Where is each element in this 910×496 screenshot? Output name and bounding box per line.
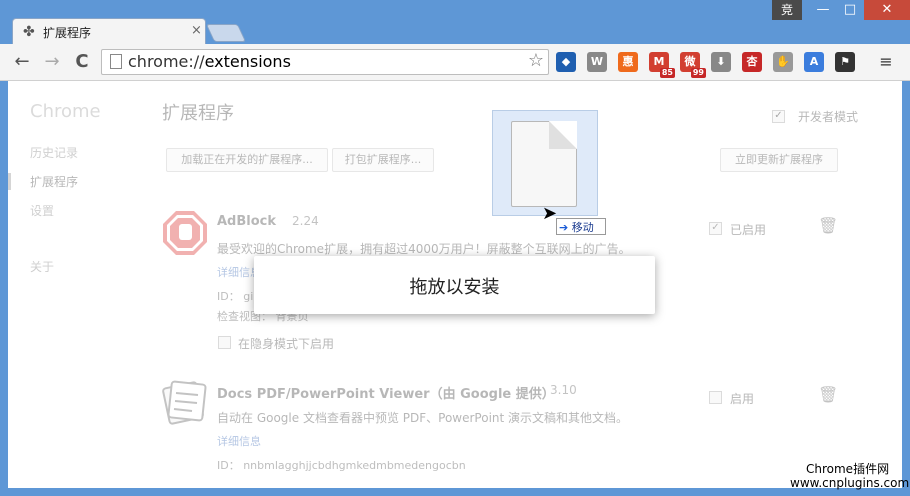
file-fold bbox=[549, 121, 577, 149]
bookmark-star-icon[interactable]: ☆ bbox=[528, 50, 544, 71]
menu-icon[interactable]: ≡ bbox=[878, 52, 894, 72]
page-title: 扩展程序 bbox=[162, 103, 234, 124]
weibo-icon-glyph: 微 bbox=[684, 55, 696, 68]
load-unpacked-button[interactable]: 加载正在开发的扩展程序... bbox=[166, 148, 328, 172]
xing-icon[interactable]: 杏 bbox=[742, 52, 762, 72]
extension-name: Docs PDF/PowerPoint Viewer（由 Google 提供） bbox=[217, 387, 555, 402]
trash-icon[interactable]: 🗑 bbox=[818, 216, 838, 235]
move-arrow-icon: ➔ bbox=[559, 221, 569, 234]
details-link[interactable]: 详细信息 bbox=[217, 433, 261, 449]
adblock-icon[interactable]: ✋ bbox=[773, 52, 793, 72]
user-badge[interactable]: 竞 bbox=[772, 0, 802, 20]
drop-to-install-overlay[interactable]: 拖放以安装 bbox=[254, 256, 655, 314]
extension-id: ID： gi bbox=[217, 290, 254, 303]
file-icon bbox=[511, 121, 577, 207]
adblock-icon-glyph: ✋ bbox=[776, 55, 790, 68]
url-text: chrome://extensions bbox=[128, 52, 291, 71]
huiyi-icon[interactable]: 惠 bbox=[618, 52, 638, 72]
developer-mode-checkbox[interactable]: ✓ bbox=[772, 110, 785, 123]
translate-icon[interactable]: A bbox=[804, 52, 824, 72]
sidebar-item-about[interactable]: 关于 bbox=[30, 258, 54, 275]
url-host: extensions bbox=[204, 52, 291, 71]
back-button[interactable]: ← bbox=[12, 52, 32, 72]
developer-mode-label: 开发者模式 bbox=[798, 110, 859, 124]
docs-viewer-logo-icon bbox=[162, 380, 207, 425]
extension-name: AdBlock bbox=[217, 214, 277, 229]
extension-description: 最受欢迎的Chrome扩展，拥有超过4000万用户！屏蔽整个互联网上的广告。 bbox=[217, 242, 631, 256]
extension-version: 3.10 bbox=[550, 383, 577, 397]
update-extensions-button[interactable]: 立即更新扩展程序 bbox=[720, 148, 838, 172]
wikipedia-icon-glyph: W bbox=[590, 55, 604, 68]
gmail-icon-glyph: M bbox=[653, 55, 665, 68]
tab-extensions[interactable]: ✤ 扩展程序 × bbox=[12, 18, 206, 45]
tab-close-icon[interactable]: × bbox=[191, 23, 202, 38]
download-icon[interactable]: ⬇ bbox=[711, 52, 731, 72]
huiyi-icon-glyph: 惠 bbox=[622, 55, 634, 68]
tab-title: 扩展程序 bbox=[43, 26, 92, 40]
pack-extension-button[interactable]: 打包扩展程序... bbox=[332, 148, 434, 172]
xing-icon-glyph: 杏 bbox=[746, 55, 758, 68]
close-window-button[interactable]: ✕ bbox=[864, 0, 910, 20]
maximize-button[interactable]: □ bbox=[836, 0, 864, 20]
forward-button[interactable]: → bbox=[42, 52, 62, 72]
browser-window: 竞 — □ ✕ ✤ 扩展程序 × ← → C chrome://extensio… bbox=[0, 0, 910, 496]
incognito-label: 在隐身模式下启用 bbox=[238, 337, 335, 351]
sidebar-item-extensions[interactable]: 扩展程序 bbox=[8, 173, 78, 190]
sidebar-item-history[interactable]: 历史记录 bbox=[30, 144, 78, 161]
flag-icon-glyph: ⚑ bbox=[840, 55, 850, 68]
new-tab-button[interactable] bbox=[205, 24, 247, 42]
extension-description: 自动在 Google 文档查看器中预览 PDF、PowerPoint 演示文稿和… bbox=[217, 411, 629, 425]
watermark-url: www.cnplugins.com bbox=[790, 476, 910, 490]
badge-count: 85 bbox=[659, 68, 675, 78]
page-icon bbox=[110, 54, 122, 69]
wikipedia-icon[interactable]: W bbox=[587, 52, 607, 72]
cursor-icon: ➤ bbox=[542, 203, 558, 224]
enabled-label: 启用 bbox=[730, 392, 755, 406]
badge-count: 99 bbox=[690, 68, 706, 78]
dropbox-icon[interactable]: ◆ bbox=[556, 52, 576, 72]
address-bar[interactable]: chrome://extensions ☆ bbox=[101, 49, 549, 75]
url-scheme: chrome:// bbox=[128, 52, 205, 71]
extension-id: ID： nnbmlagghjjcbdhgmkedmbmedengocbn bbox=[217, 459, 466, 472]
enabled-checkbox[interactable] bbox=[709, 391, 722, 404]
drag-file-preview bbox=[492, 110, 598, 216]
weibo-icon[interactable]: 微 99 bbox=[680, 52, 706, 78]
trash-icon[interactable]: 🗑 bbox=[818, 385, 838, 404]
minimize-button[interactable]: — bbox=[808, 0, 838, 20]
sidebar-item-settings[interactable]: 设置 bbox=[30, 202, 54, 219]
gmail-icon[interactable]: M 85 bbox=[649, 52, 675, 78]
translate-icon-glyph: A bbox=[809, 55, 819, 68]
move-tooltip: ➔ 移动 bbox=[556, 218, 606, 235]
enabled-label: 已启用 bbox=[730, 223, 767, 237]
adblock-logo-icon bbox=[163, 211, 207, 255]
extension-version: 2.24 bbox=[292, 214, 319, 228]
download-icon-glyph: ⬇ bbox=[716, 55, 726, 68]
move-label: 移动 bbox=[571, 221, 594, 234]
puzzle-icon: ✤ bbox=[23, 24, 35, 40]
incognito-checkbox[interactable] bbox=[218, 336, 231, 349]
flag-icon[interactable]: ⚑ bbox=[835, 52, 855, 72]
toolbar: ← → C chrome://extensions ☆ ◆ W 惠 M 85 微 99 ⬇ 杏 ✋… bbox=[0, 44, 910, 81]
drop-to-install-text: 拖放以安装 bbox=[409, 277, 500, 298]
dropbox-icon-glyph: ◆ bbox=[561, 55, 571, 68]
watermark-title: Chrome插件网 bbox=[806, 462, 890, 476]
enabled-checkbox[interactable]: ✓ bbox=[709, 222, 722, 235]
reload-button[interactable]: C bbox=[72, 52, 92, 72]
sidebar-brand: Chrome bbox=[30, 101, 101, 122]
